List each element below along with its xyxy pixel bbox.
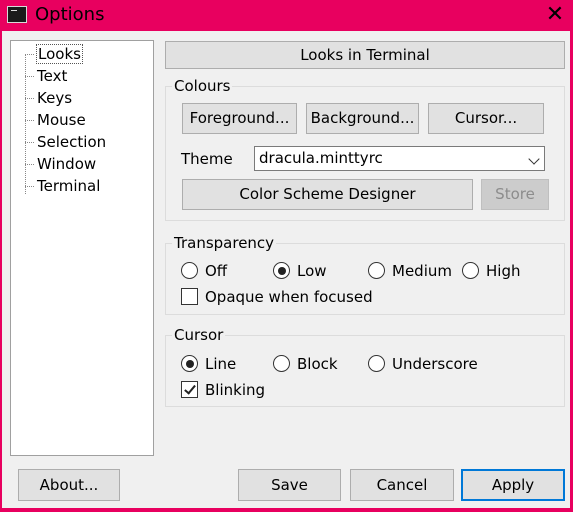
cursor-line-radio[interactable] (181, 355, 198, 372)
transparency-low-label[interactable]: Low (297, 261, 327, 281)
window-title: Options (35, 4, 105, 25)
opaque-when-focused-label[interactable]: Opaque when focused (205, 287, 373, 307)
chevron-down-icon (528, 153, 540, 165)
tree-item-label: Terminal (37, 177, 101, 195)
close-icon[interactable]: ✕ (540, 1, 570, 29)
tree-item-label: Text (37, 67, 68, 85)
transparency-medium-label[interactable]: Medium (392, 261, 452, 281)
cursor-line-label[interactable]: Line (205, 354, 236, 374)
cursor-group-label: Cursor (172, 326, 226, 344)
tree-item-window[interactable]: Window (25, 153, 97, 175)
window-border-bottom (0, 508, 573, 512)
transparency-high-label[interactable]: High (486, 261, 520, 281)
tree-item-keys[interactable]: Keys (25, 87, 73, 109)
blinking-label[interactable]: Blinking (205, 380, 265, 400)
cursor-block-radio[interactable] (273, 355, 290, 372)
color-scheme-designer-button[interactable]: Color Scheme Designer (182, 179, 473, 210)
tree-item-label: Window (37, 155, 97, 173)
transparency-group-label: Transparency (172, 234, 277, 252)
category-tree[interactable]: Looks Text Keys Mouse Selection Window T… (10, 40, 154, 456)
transparency-high-radio[interactable] (462, 262, 479, 279)
tree-item-label: Selection (37, 133, 107, 151)
foreground-button[interactable]: Foreground... (182, 103, 297, 134)
panel-header: Looks in Terminal (165, 41, 565, 69)
transparency-medium-radio[interactable] (368, 262, 385, 279)
window-border-left (0, 31, 2, 512)
background-button[interactable]: Background... (306, 103, 419, 134)
theme-label: Theme (181, 150, 233, 168)
apply-button[interactable]: Apply (461, 469, 565, 501)
store-button[interactable]: Store (481, 179, 549, 210)
blinking-checkbox[interactable] (181, 381, 198, 398)
tree-item-label: Keys (37, 89, 73, 107)
terminal-icon (7, 6, 27, 23)
tree-item-label: Mouse (37, 111, 86, 129)
cursor-block-label[interactable]: Block (297, 354, 338, 374)
cursor-underscore-radio[interactable] (368, 355, 385, 372)
cursor-colour-button[interactable]: Cursor... (428, 103, 544, 134)
transparency-off-radio[interactable] (181, 262, 198, 279)
tree-item-text[interactable]: Text (25, 65, 68, 87)
transparency-low-radio[interactable] (273, 262, 290, 279)
cursor-underscore-label[interactable]: Underscore (392, 354, 478, 374)
theme-value: dracula.minttyrc (259, 149, 383, 167)
about-button[interactable]: About... (18, 469, 120, 501)
tree-item-looks[interactable]: Looks (25, 43, 83, 65)
transparency-off-label[interactable]: Off (205, 261, 227, 281)
tree-item-terminal[interactable]: Terminal (25, 175, 101, 197)
theme-select[interactable]: dracula.minttyrc (254, 146, 545, 171)
save-button[interactable]: Save (238, 469, 341, 501)
colours-group-label: Colours (172, 77, 233, 95)
tree-item-label: Looks (36, 44, 83, 64)
tree-item-mouse[interactable]: Mouse (25, 109, 87, 131)
cancel-button[interactable]: Cancel (350, 469, 454, 501)
opaque-when-focused-checkbox[interactable] (181, 288, 198, 305)
tree-item-selection[interactable]: Selection (25, 131, 107, 153)
